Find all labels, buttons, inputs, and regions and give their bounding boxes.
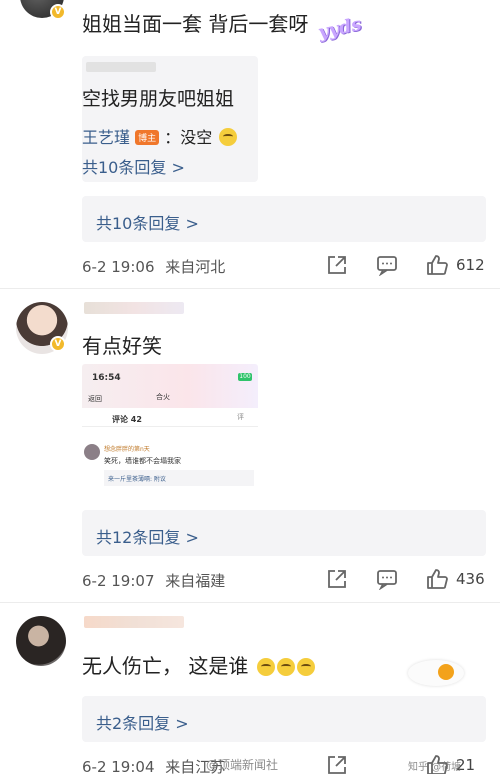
watermark: 知乎 @荷塘 [408, 762, 462, 773]
like-icon[interactable] [426, 254, 448, 276]
share-icon[interactable] [326, 754, 348, 774]
nested-reply-line: 王艺瑾 博主 ：没空 [82, 124, 238, 148]
nested-reply-count[interactable]: 共10条回复 > [82, 154, 185, 178]
avatar [84, 444, 100, 460]
comment-text: 姐姐当面一套 背后一套呀 [82, 12, 309, 36]
avatar[interactable] [16, 616, 66, 666]
comment-meta: 6-2 19:04 来自江苏 [82, 756, 225, 774]
blurred-username [84, 302, 184, 314]
comment-location: 来自福建 [165, 572, 226, 590]
blurred-username [86, 62, 156, 72]
screenshot-title: 合火 [156, 393, 170, 401]
comments-header: 评论 42 [112, 415, 142, 424]
like-count: 612 [456, 256, 485, 274]
smile-emoji-icon [296, 658, 315, 676]
comment-icon[interactable] [376, 254, 398, 276]
watermark: @顶端新闻社 [206, 758, 279, 772]
comment-text: 无人伤亡， 这是谁 [82, 650, 315, 679]
more-replies-link[interactable]: 共2条回复 > [96, 710, 189, 734]
verified-badge-icon: V [50, 336, 66, 352]
reply-text: ：没空 [164, 128, 213, 147]
comment-time: 6-2 19:07 [82, 572, 155, 590]
screenshot-header: 16:54 100 返回 合火 [82, 364, 258, 408]
comment-icon[interactable] [376, 568, 398, 590]
screenshot-reply: 来一斤里茶薄嗝: 附议 [104, 470, 254, 486]
top-right-label: 评 [237, 413, 244, 421]
author-badge: 博主 [135, 130, 160, 145]
comment-location: 来自河北 [165, 258, 226, 276]
smile-emoji-icon [256, 658, 275, 676]
blurred-username [84, 616, 184, 628]
reply-username[interactable]: 王艺瑾 [82, 128, 130, 147]
comment-body: 无人伤亡， 这是谁 [82, 654, 249, 678]
divider [0, 602, 500, 603]
battery-icon: 100 [238, 373, 252, 381]
comment-meta: 6-2 19:07 来自福建 [82, 570, 225, 591]
verified-badge-icon: V [50, 4, 66, 20]
screenshot-username: 想念胖胖的第n天 [104, 446, 150, 453]
status-time: 16:54 [92, 373, 121, 383]
share-icon[interactable] [326, 254, 348, 276]
divider [0, 288, 500, 289]
like-count: 436 [456, 570, 485, 588]
like-icon[interactable] [426, 568, 448, 590]
comment-time: 6-2 19:04 [82, 758, 155, 774]
share-icon[interactable] [326, 568, 348, 590]
smile-emoji-icon [276, 658, 295, 676]
smile-emoji-icon [219, 128, 238, 146]
screenshot-comment: 笑死，墙谁都不会塌我家 [104, 457, 181, 465]
fried-egg-sticker-icon [408, 660, 464, 686]
attached-screenshot[interactable]: 16:54 100 返回 合火 评论 42 评 想念胖胖的第n天 笑死，墙谁都不… [82, 364, 258, 498]
yyds-sticker: yyds [316, 13, 364, 44]
comment-meta: 6-2 19:06 来自河北 [82, 256, 225, 277]
back-label: 返回 [88, 395, 102, 403]
comment-text: 有点好笑 [82, 334, 162, 358]
comment-time: 6-2 19:06 [82, 258, 155, 276]
divider [82, 426, 258, 427]
more-replies-link[interactable]: 共12条回复 > [96, 524, 199, 548]
more-replies-link[interactable]: 共10条回复 > [96, 210, 199, 234]
nested-comment-text: 空找男朋友吧姐姐 [82, 88, 235, 110]
